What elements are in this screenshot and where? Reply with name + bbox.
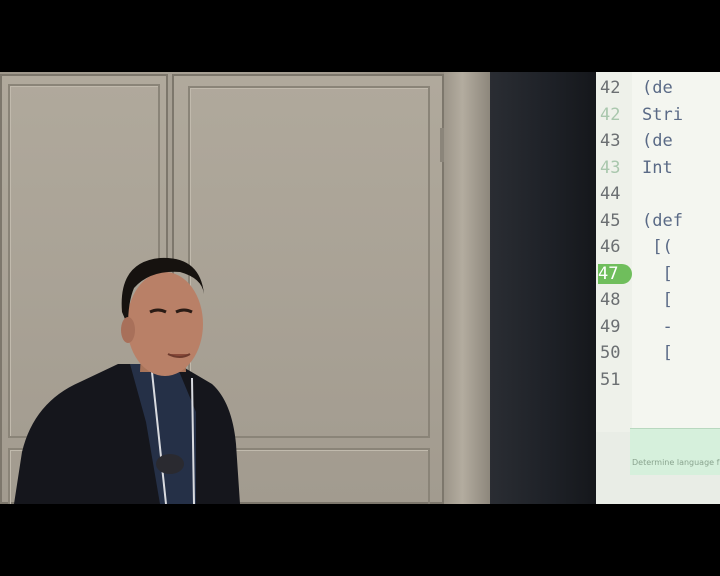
line-number: 51 — [600, 369, 621, 390]
line-number: 45 — [600, 210, 621, 231]
line-number: 46 — [600, 237, 621, 257]
speaker-face — [127, 272, 203, 376]
status-bar — [630, 428, 720, 475]
letterbox-top — [0, 0, 720, 72]
line-number: 47 — [598, 263, 632, 284]
projection-screen: 42 (de 42 Stri 43 (de 43 Int 44 45 (def 46 [( 47 [48… — [596, 72, 720, 504]
code-line: [ — [642, 263, 673, 284]
door-trim — [444, 72, 490, 504]
speaker-hand — [156, 454, 184, 474]
code-line: - — [642, 316, 673, 337]
code-line: [( — [642, 237, 673, 257]
line-number: 42 — [600, 104, 621, 125]
line-number: 42 — [600, 78, 621, 98]
line-number: 49 — [600, 316, 621, 337]
speaker-jacket — [14, 364, 240, 504]
line-number: 48 — [600, 290, 621, 310]
dark-wall — [490, 72, 596, 504]
code-line: Stri — [642, 104, 683, 125]
letterbox-bottom — [0, 504, 720, 576]
line-number: 44 — [600, 184, 621, 204]
speaker-ear — [121, 317, 135, 343]
code-line: (def — [642, 210, 683, 231]
status-text: Determine language from — [632, 458, 720, 467]
code-line: (de — [642, 78, 673, 98]
line-number: 43 — [600, 131, 621, 151]
code-line: Int — [642, 157, 673, 178]
code-line: [ — [642, 343, 673, 363]
line-number: 50 — [600, 343, 621, 363]
speaker — [14, 257, 240, 504]
code-line: (de — [642, 131, 673, 151]
code-line: [ — [642, 290, 673, 310]
line-number: 43 — [600, 157, 621, 178]
video-frame: 42 (de 42 Stri 43 (de 43 Int 44 45 (def 46 [( 47 [48… — [0, 72, 720, 504]
